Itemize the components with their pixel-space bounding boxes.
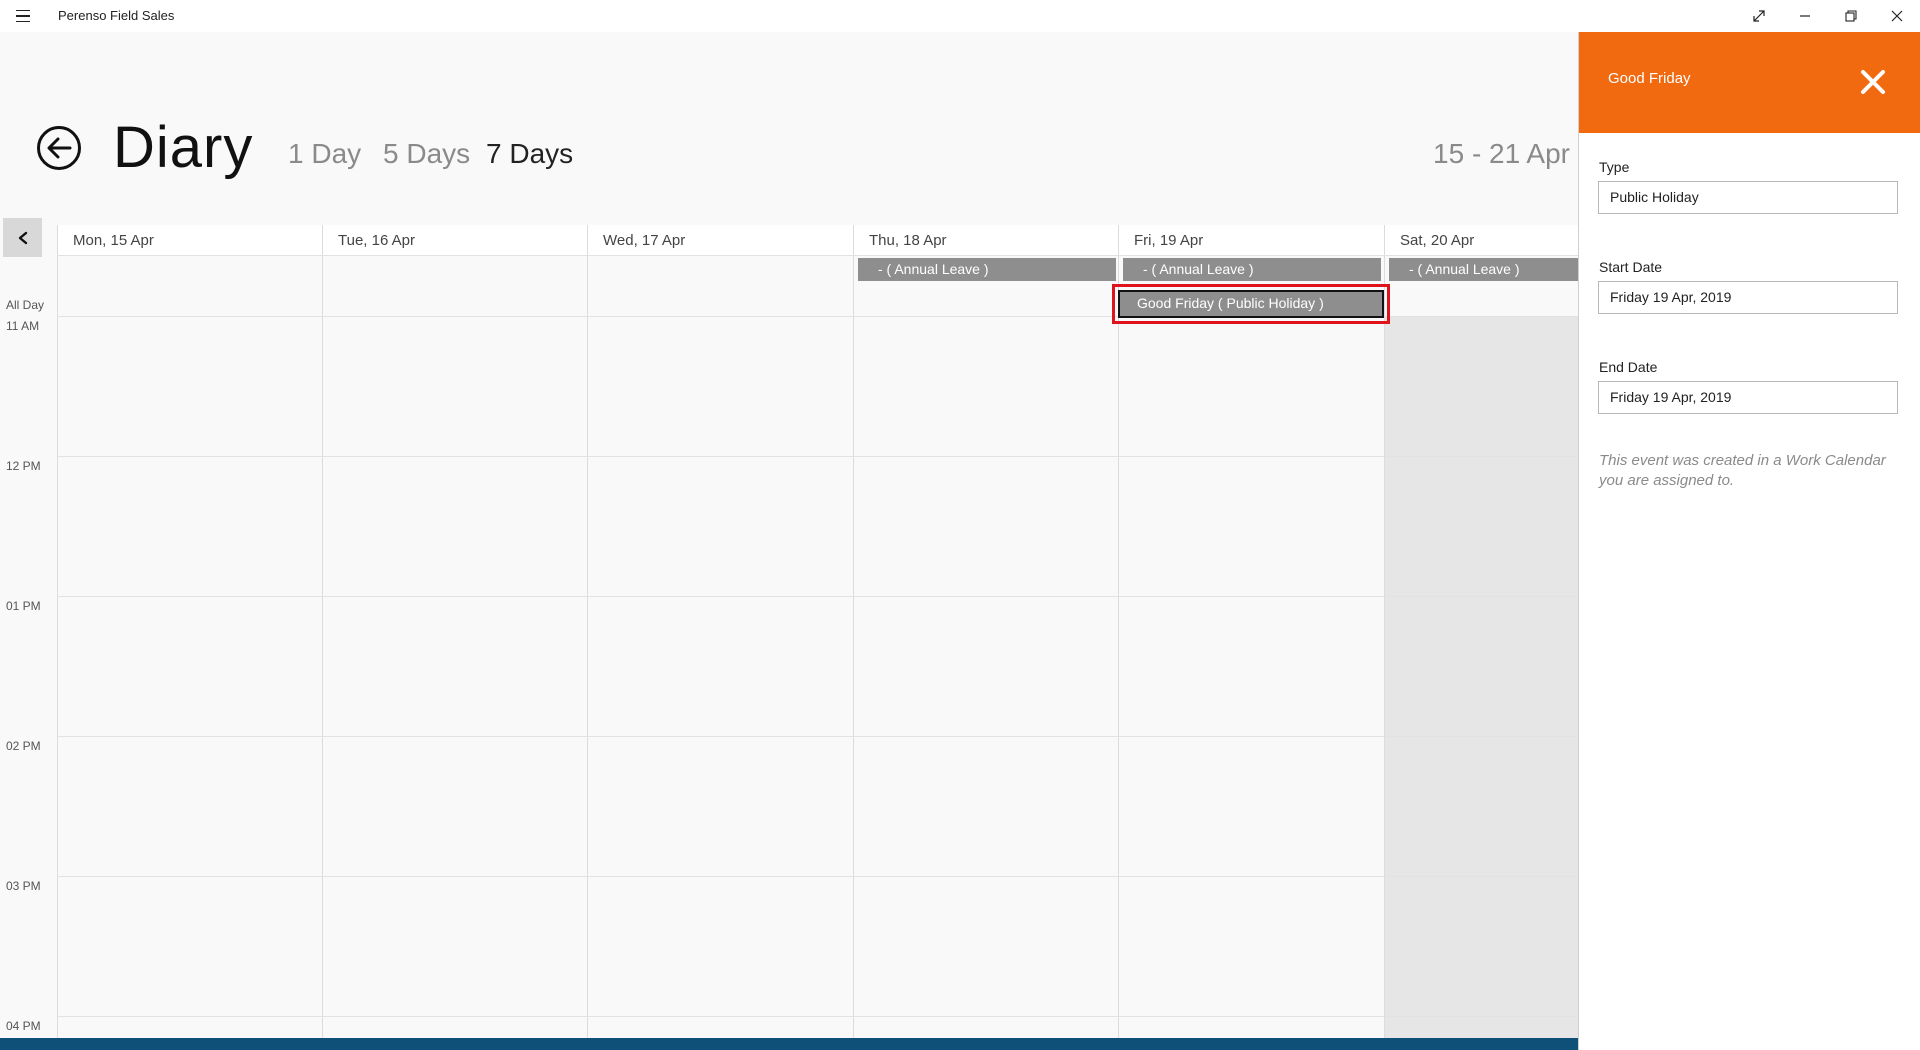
day-header-tue: Tue, 16 Apr (322, 225, 587, 255)
end-date-label: End Date (1599, 359, 1658, 375)
grid-line (57, 736, 1578, 737)
selected-event-highlight: Good Friday ( Public Holiday ) (1112, 284, 1390, 324)
tab-5-days[interactable]: 5 Days (383, 138, 470, 170)
day-header-fri: Fri, 19 Apr (1118, 225, 1384, 255)
end-date-field[interactable]: Friday 19 Apr, 2019 (1598, 381, 1898, 414)
grid-line (57, 456, 1578, 457)
app-title: Perenso Field Sales (58, 8, 175, 23)
weekend-shade (1384, 317, 1578, 1038)
panel-header: Good Friday (1579, 32, 1920, 133)
grid-line (57, 876, 1578, 877)
time-label: 12 PM (6, 459, 41, 473)
time-label: 04 PM (6, 1019, 41, 1033)
footer-bar (0, 1038, 1578, 1050)
chevron-left-icon (18, 231, 27, 244)
day-headers: Mon, 15 Apr Tue, 16 Apr Wed, 17 Apr Thu,… (57, 225, 1578, 255)
event-details-panel: Good Friday Type Public Holiday Start Da… (1578, 32, 1920, 1050)
event-annual-leave-fri[interactable]: - ( Annual Leave ) (1123, 258, 1381, 281)
grid-line (1118, 255, 1119, 1038)
grid-line (853, 255, 854, 1038)
date-range: 15 - 21 Apr (1433, 138, 1570, 169)
grid-line (57, 255, 1578, 256)
grid-line (1384, 255, 1385, 1038)
time-label: 11 AM (6, 319, 40, 333)
type-label: Type (1599, 159, 1630, 175)
arrow-left-icon (47, 137, 72, 159)
grid-line (57, 255, 58, 1038)
grid-line (57, 596, 1578, 597)
restore-icon[interactable] (1828, 0, 1874, 32)
minimize-icon[interactable] (1782, 0, 1828, 32)
back-button[interactable] (37, 126, 81, 170)
all-day-label: All Day (6, 298, 45, 312)
previous-week-button[interactable] (3, 218, 42, 257)
title-bar: Perenso Field Sales (0, 0, 1920, 32)
event-annual-leave-sat[interactable]: - ( Annual Leave ) (1389, 258, 1578, 281)
type-field[interactable]: Public Holiday (1598, 181, 1898, 214)
event-annual-leave-thu[interactable]: - ( Annual Leave ) (858, 258, 1116, 281)
time-label: 02 PM (6, 739, 41, 753)
time-label: 01 PM (6, 599, 41, 613)
diary-header: Diary 1 Day 5 Days 7 Days 15 - 21 Apr (0, 32, 1578, 222)
hamburger-menu-icon[interactable] (12, 6, 34, 26)
panel-close-button[interactable] (1853, 62, 1893, 102)
tab-1-day[interactable]: 1 Day (288, 138, 361, 170)
day-header-wed: Wed, 17 Apr (587, 225, 853, 255)
expand-icon[interactable] (1736, 0, 1782, 32)
panel-title: Good Friday (1608, 70, 1691, 87)
close-x-icon (1861, 70, 1885, 94)
day-header-sat: Sat, 20 Apr (1384, 225, 1578, 255)
tab-7-days[interactable]: 7 Days (486, 138, 573, 170)
time-label: 03 PM (6, 879, 41, 893)
day-header-thu: Thu, 18 Apr (853, 225, 1118, 255)
close-icon[interactable] (1874, 0, 1920, 32)
start-date-field[interactable]: Friday 19 Apr, 2019 (1598, 281, 1898, 314)
work-calendar-note: This event was created in a Work Calenda… (1599, 452, 1886, 489)
calendar-grid: Mon, 15 Apr Tue, 16 Apr Wed, 17 Apr Thu,… (0, 222, 1578, 1038)
grid-line (57, 1016, 1578, 1017)
start-date-label: Start Date (1599, 259, 1663, 275)
event-good-friday[interactable]: Good Friday ( Public Holiday ) (1118, 290, 1384, 318)
grid-line (322, 255, 323, 1038)
grid-line (587, 255, 588, 1038)
page-title: Diary (113, 115, 254, 180)
day-header-mon: Mon, 15 Apr (57, 225, 322, 255)
